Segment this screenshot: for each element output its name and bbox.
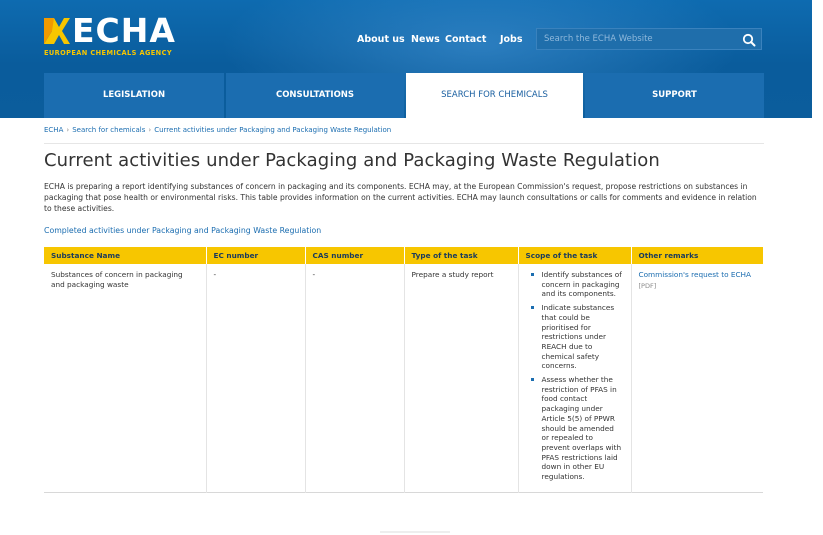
cell-cas-number: -: [305, 264, 405, 493]
bullet-icon: [530, 378, 534, 382]
column-header-substance-name: Substance Name: [44, 247, 207, 264]
search-icon[interactable]: [741, 32, 757, 48]
column-header-cas-number: CAS number: [305, 247, 405, 264]
echa-logo-mark-icon: [44, 18, 70, 44]
scope-item-text: Identify substances of concern in packag…: [541, 270, 622, 299]
breadcrumb-current-page[interactable]: Current activities under Packaging and P…: [154, 126, 391, 134]
breadcrumb: ECHA › Search for chemicals › Current activi…: [44, 126, 391, 134]
scope-item: Identify substances of concern in packag…: [530, 270, 624, 299]
cell-substance-name: Substances of concern in packaging and p…: [44, 264, 207, 493]
search-input[interactable]: [537, 29, 733, 49]
cell-ec-number: -: [206, 264, 306, 493]
breadcrumb-echa[interactable]: ECHA: [44, 126, 63, 134]
nav-jobs[interactable]: Jobs: [500, 34, 523, 45]
footer-divider: [380, 531, 450, 533]
intro-text: ECHA is preparing a report identifying s…: [44, 182, 757, 213]
main-navigation: LEGISLATION CONSULTATIONS SEARCH FOR CHE…: [44, 73, 764, 118]
scope-list: Identify substances of concern in packag…: [530, 270, 624, 482]
scope-item: Indicate substances that could be priori…: [530, 303, 624, 371]
nav-news[interactable]: News: [411, 34, 440, 45]
tab-consultations[interactable]: CONSULTATIONS: [226, 73, 404, 118]
column-header-scope-of-task: Scope of the task: [518, 247, 632, 264]
site-header: ECHA EUROPEAN CHEMICALS AGENCY About us …: [0, 0, 812, 118]
tab-search-for-chemicals[interactable]: SEARCH FOR CHEMICALS: [406, 73, 583, 118]
scope-item-text: Indicate substances that could be priori…: [541, 303, 615, 371]
breadcrumb-search-for-chemicals[interactable]: Search for chemicals: [72, 126, 145, 134]
column-header-other-remarks: Other remarks: [631, 247, 763, 264]
completed-activities-link[interactable]: Completed activities under Packaging and…: [44, 226, 321, 235]
bullet-icon: [530, 273, 534, 276]
tab-legislation[interactable]: LEGISLATION: [44, 73, 224, 118]
breadcrumb-divider: [44, 143, 764, 144]
site-search: [536, 28, 762, 50]
logo-wordmark: ECHA: [72, 11, 176, 50]
logo-subtitle: EUROPEAN CHEMICALS AGENCY: [44, 49, 173, 57]
cell-other-remarks: Commission's request to ECHA [PDF]: [631, 264, 763, 492]
breadcrumb-separator-icon: ›: [148, 126, 152, 134]
pdf-tag: [PDF]: [638, 281, 657, 290]
tab-support[interactable]: SUPPORT: [585, 73, 764, 118]
nav-about-us[interactable]: About us: [357, 34, 405, 45]
page-title: Current activities under Packaging and P…: [44, 150, 660, 171]
cell-task-type: Prepare a study report: [404, 264, 519, 493]
page-edge: [812, 0, 823, 535]
commission-request-link[interactable]: Commission's request to ECHA: [639, 270, 752, 279]
bullet-icon: [530, 306, 534, 310]
scope-item: Assess whether the restriction of PFAS i…: [530, 375, 624, 482]
table-header-row: Substance Name EC number CAS number Type…: [44, 247, 763, 264]
column-header-ec-number: EC number: [206, 247, 306, 264]
breadcrumb-separator-icon: ›: [66, 126, 70, 134]
table-row: Substances of concern in packaging and p…: [44, 264, 763, 493]
nav-contact[interactable]: Contact: [445, 34, 486, 45]
column-header-type-of-task: Type of the task: [404, 247, 519, 264]
cell-scope: Identify substances of concern in packag…: [518, 264, 632, 493]
activities-table: Substance Name EC number CAS number Type…: [44, 247, 763, 493]
echa-logo[interactable]: ECHA EUROPEAN CHEMICALS AGENCY: [42, 11, 212, 63]
scope-item-text: Assess whether the restriction of PFAS i…: [541, 375, 622, 482]
